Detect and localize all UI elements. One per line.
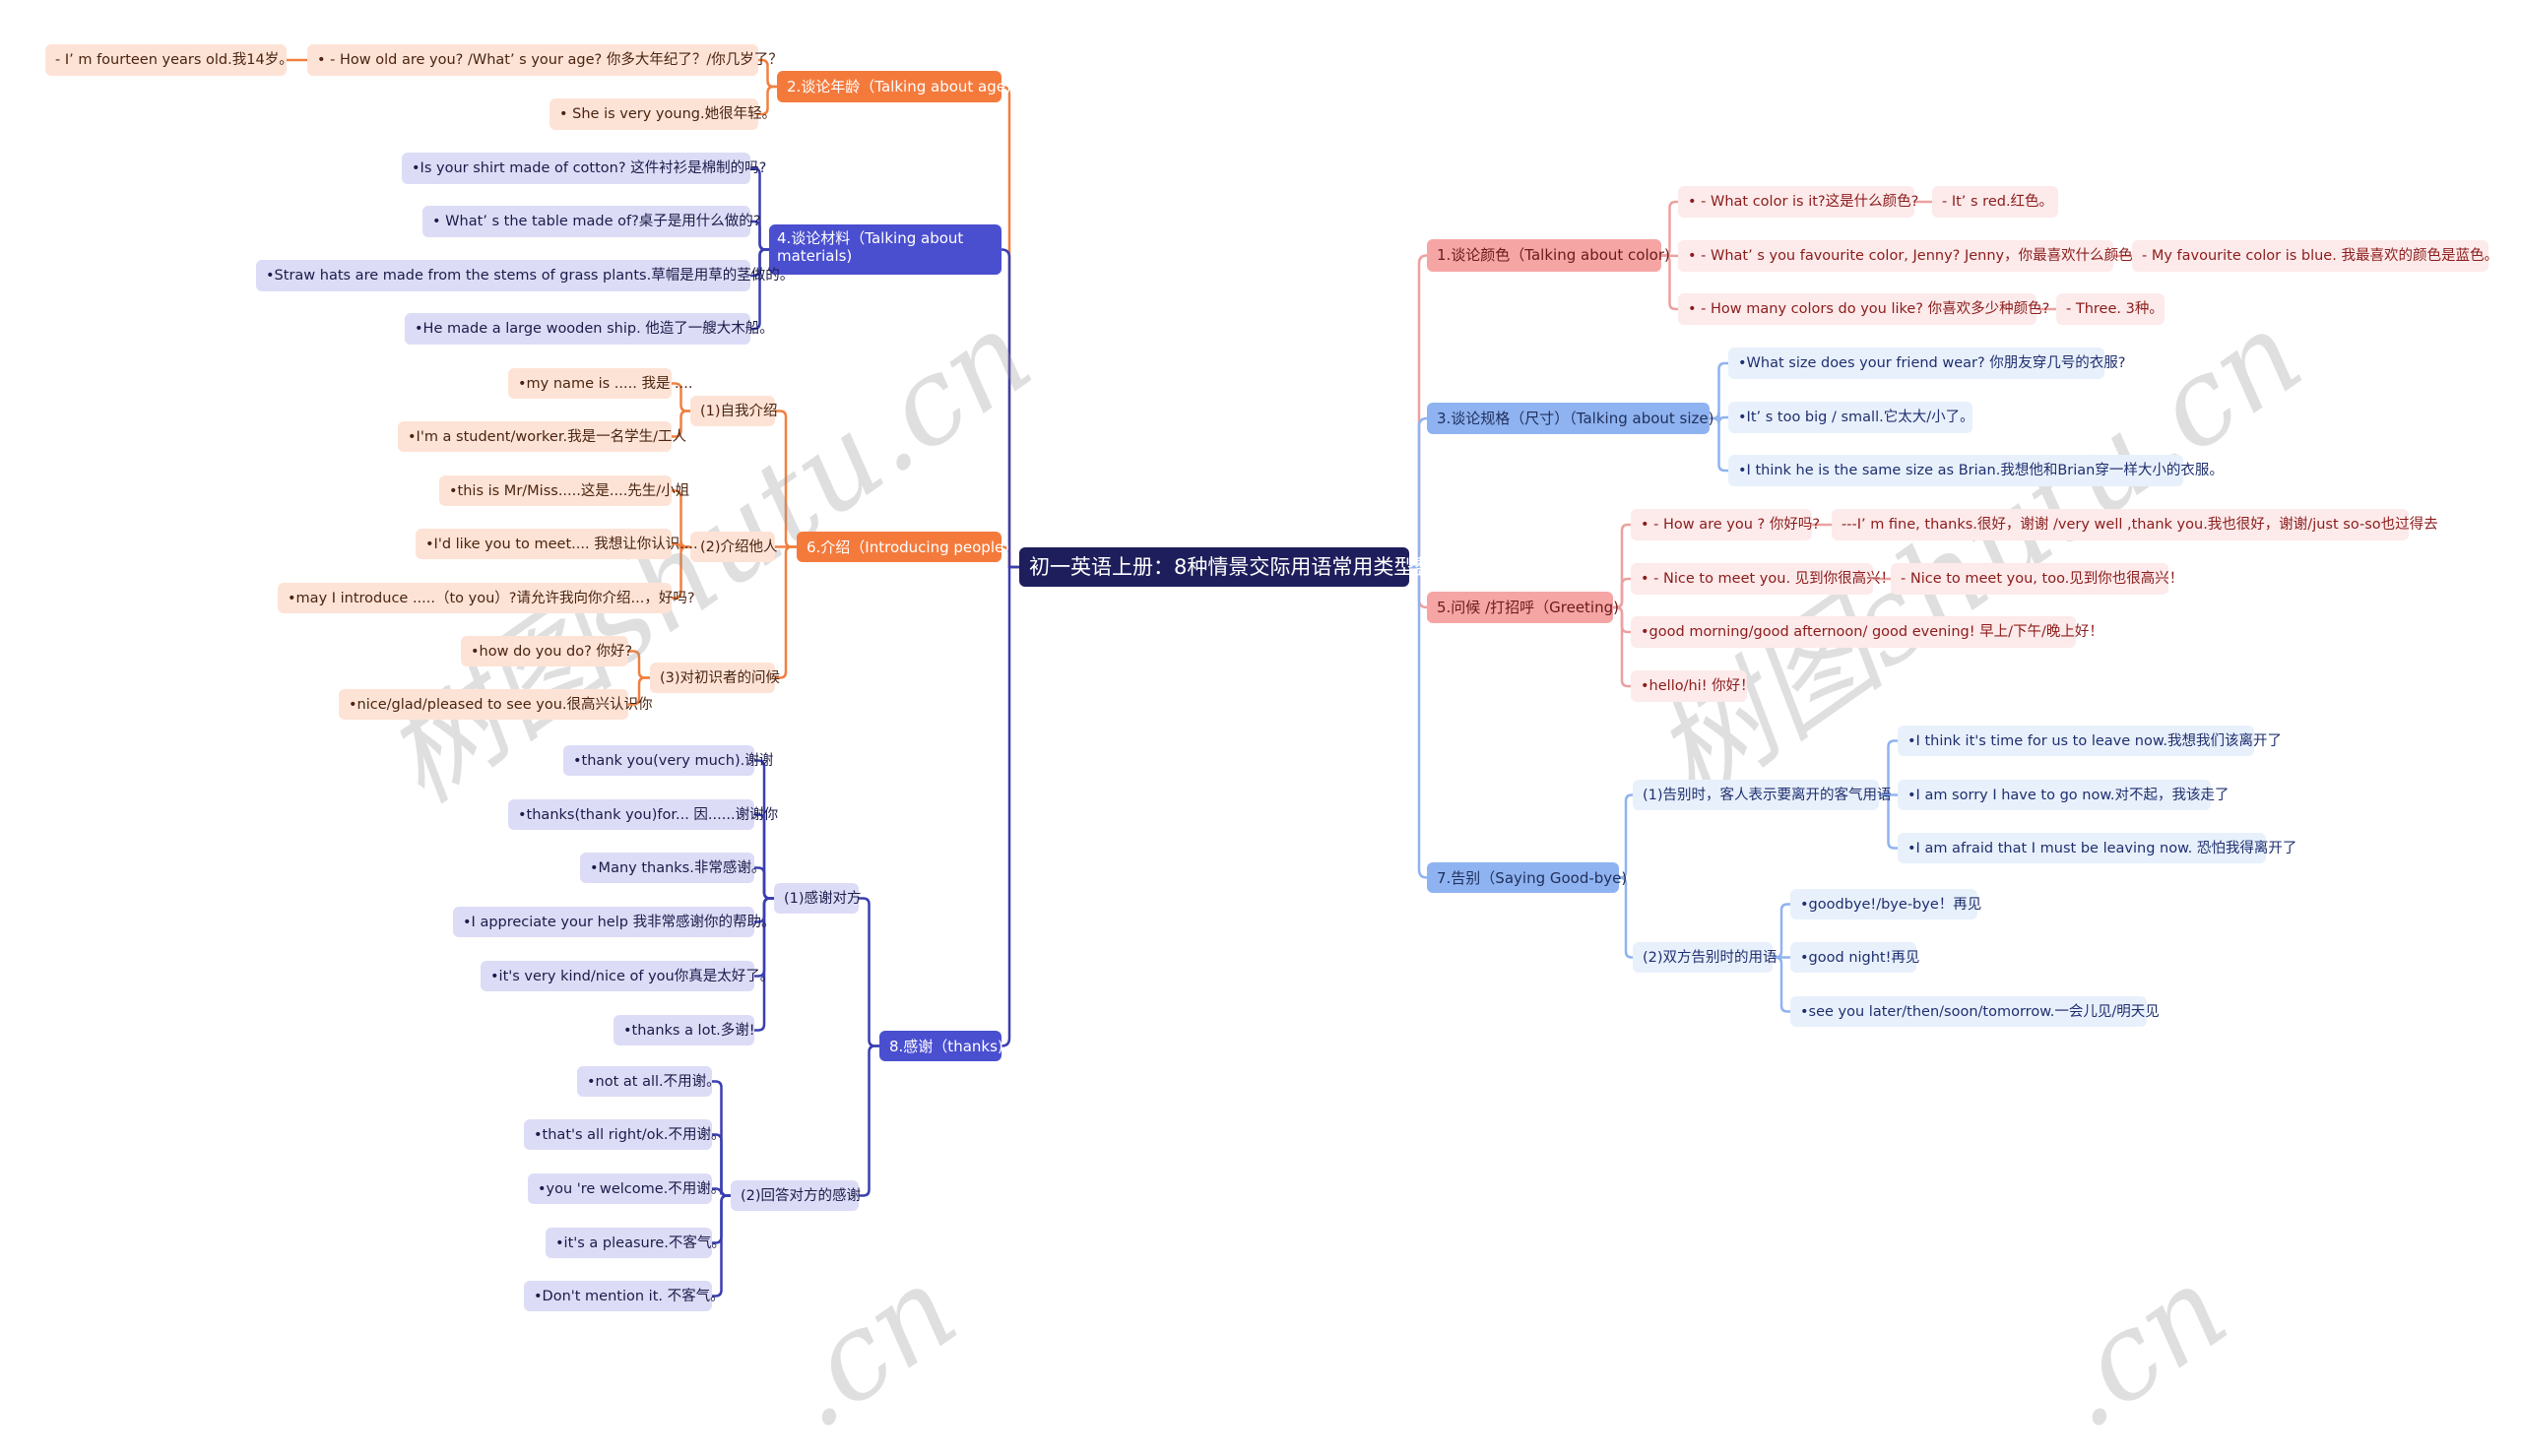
connector <box>773 410 799 548</box>
leaf-sorry-have-to-go[interactable]: •I am sorry I have to go now.对不起，我该走了 <box>1898 780 2229 810</box>
watermark-partial: .cn <box>754 1240 981 1456</box>
leaf-goodbye-bye-bye[interactable]: •goodbye!/bye-bye！再见 <box>1790 889 1981 919</box>
leaf-reply-three[interactable]: - Three. 3种。 <box>2056 293 2165 325</box>
leaf-thanks-a-lot[interactable]: •thanks a lot.多谢! <box>614 1015 755 1045</box>
subtopic-guest-leaving[interactable]: (1)告别时，客人表示要离开的客气用语 <box>1633 780 1892 810</box>
connector <box>752 759 776 900</box>
leaf-table-made-of[interactable]: • What’ s the table made of?桌子是用什么做的? <box>422 206 761 237</box>
branch-talking-about-color[interactable]: 1.谈论颜色（Talking about color) <box>1427 239 1670 272</box>
connector <box>1617 876 1635 959</box>
leaf-i-am-a-student[interactable]: •I'm a student/worker.我是一名学生/工人 <box>398 421 686 452</box>
leaf-hello-hi[interactable]: •hello/hi! 你好！ <box>1631 670 1755 702</box>
connector <box>1611 523 1633 609</box>
leaf-nice-to-see-you[interactable]: •nice/glad/pleased to see you.很高兴认识你 <box>339 689 653 720</box>
trunk-connector <box>1000 85 1021 569</box>
leaf-favourite-color[interactable]: • - What’ s you favourite color, Jenny? … <box>1678 240 2140 272</box>
connector-lines <box>285 58 2134 1298</box>
trunk-connector <box>1000 565 1021 1047</box>
connector <box>748 166 771 251</box>
trunk-connector <box>1407 565 1429 879</box>
leaf-wooden-ship[interactable]: •He made a large wooden ship. 他造了一艘大木船。 <box>405 313 774 345</box>
subtopic-introduce-others[interactable]: (2)介绍他人 <box>690 532 778 562</box>
leaf-reply-nice-to-meet-you-too[interactable]: - Nice to meet you, too.见到你也很高兴！ <box>1891 563 2183 595</box>
leaf-shirt-made-of-cotton[interactable]: •Is your shirt made of cotton? 这件衬衫是棉制的吗… <box>402 153 766 184</box>
leaf-its-a-pleasure[interactable]: •it's a pleasure.不客气。 <box>546 1228 726 1258</box>
connector <box>752 813 776 900</box>
leaf-time-to-leave[interactable]: •I think it's time for us to leave now.我… <box>1898 726 2282 756</box>
root-topic[interactable]: 初一英语上册：8种情景交际用语常用类型整理 <box>1019 547 1455 587</box>
branch-talking-about-materials[interactable]: 4.谈论材料（Talking about materials) <box>769 224 1002 275</box>
leaf-may-i-introduce[interactable]: •may I introduce .....（to you）?请允许我向你介绍.… <box>278 583 695 613</box>
leaf-see-you-later[interactable]: •see you later/then/soon/tomorrow.一会儿见/明… <box>1790 996 2160 1027</box>
leaf-afraid-must-leave[interactable]: •I am afraid that I must be leaving now.… <box>1898 833 2296 863</box>
subtopic-self-introduction[interactable]: (1)自我介绍 <box>690 396 778 426</box>
connector <box>773 545 799 679</box>
leaf-my-name-is[interactable]: •my name is ..... 我是 .... <box>508 368 693 399</box>
leaf-good-morning[interactable]: •good morning/good afternoon/ good eveni… <box>1631 616 2103 648</box>
leaf-reply-fourteen-years-old[interactable]: - I’ m fourteen years old.我14岁。 <box>45 44 293 76</box>
branch-talking-about-age[interactable]: 2.谈论年龄（Talking about age) <box>777 71 1011 102</box>
leaf-how-do-you-do[interactable]: •how do you do? 你好? <box>461 636 632 666</box>
branch-thanks[interactable]: 8.感谢（thanks) <box>879 1031 1003 1061</box>
watermark-partial: .cn <box>2025 1240 2251 1456</box>
leaf-thank-you-very-much[interactable]: •thank you(very much).谢谢 <box>563 745 773 776</box>
connector <box>1611 605 1633 688</box>
leaf-many-thanks[interactable]: •Many thanks.非常感谢。 <box>580 853 765 883</box>
subtopic-mutual-farewell[interactable]: (2)双方告别时的用语 <box>1633 942 1778 973</box>
subtopic-thanking-others[interactable]: (1)感谢对方 <box>774 883 862 914</box>
mind-map-canvas: 树图shutu.cn 树图shutu.cn .cn .cn 初一英语上册：8种情… <box>0 0 2521 1456</box>
branch-saying-goodbye[interactable]: 7.告别（Saying Good-bye) <box>1427 862 1627 893</box>
leaf-she-is-very-young[interactable]: • She is very young.她很年轻。 <box>549 98 776 130</box>
branch-talking-about-size[interactable]: 3.谈论规格（尺寸）（Talking about size) <box>1427 403 1714 434</box>
leaf-thats-all-right[interactable]: •that's all right/ok.不用谢。 <box>524 1119 726 1150</box>
leaf-same-size-as-brian[interactable]: •I think he is the same size as Brian.我想… <box>1728 455 2224 486</box>
leaf-what-size[interactable]: •What size does your friend wear? 你朋友穿几号… <box>1728 348 2126 379</box>
leaf-how-are-you[interactable]: • - How are you ? 你好吗? <box>1631 509 1820 540</box>
connector <box>748 248 771 331</box>
leaf-what-color-is-it[interactable]: • - What color is it?这是什么颜色? <box>1678 186 1918 218</box>
leaf-how-old-are-you[interactable]: • - How old are you? /What’ s your age? … <box>307 44 783 76</box>
connector <box>857 1045 881 1197</box>
subtopic-reply-to-thanks[interactable]: (2)回答对方的感谢 <box>731 1180 861 1211</box>
leaf-straw-hats[interactable]: •Straw hats are made from the stems of g… <box>256 260 794 291</box>
leaf-too-big-small[interactable]: •It’ s too big / small.它太大/小了。 <box>1728 402 1974 433</box>
leaf-reply-im-fine[interactable]: ---I’ m fine, thanks.很好，谢谢 /very well ,t… <box>1832 509 2438 540</box>
trunk-connector <box>1407 416 1429 569</box>
trunk-connector <box>1000 248 1021 569</box>
leaf-youre-welcome[interactable]: •you 're welcome.不用谢。 <box>528 1173 725 1204</box>
leaf-nice-to-meet-you[interactable]: • - Nice to meet you. 见到你很高兴！ <box>1631 563 1895 595</box>
connector <box>752 897 776 978</box>
leaf-this-is-mr-miss[interactable]: •this is Mr/Miss.....这是....先生/小姐 <box>439 475 689 506</box>
leaf-reply-its-red[interactable]: - It’ s red.红色。 <box>1932 186 2058 218</box>
leaf-how-many-colors[interactable]: • - How many colors do you like? 你喜欢多少种颜… <box>1678 293 2049 325</box>
leaf-not-at-all[interactable]: •not at all.不用谢。 <box>577 1066 721 1097</box>
leaf-reply-favourite-blue[interactable]: - My favourite color is blue. 我最喜欢的颜色是蓝色… <box>2132 240 2498 272</box>
branch-introducing-people[interactable]: 6.介绍（Introducing people) <box>797 532 1009 562</box>
leaf-appreciate-your-help[interactable]: •I appreciate your help 我非常感谢你的帮助。 <box>453 907 776 937</box>
leaf-dont-mention-it[interactable]: •Don't mention it. 不客气。 <box>524 1281 725 1311</box>
leaf-thanks-for[interactable]: •thanks(thank you)for... 因......谢谢你 <box>508 799 778 830</box>
trunk-connector <box>1407 254 1429 569</box>
leaf-good-night[interactable]: •good night!再见 <box>1790 942 1919 973</box>
leaf-like-you-to-meet[interactable]: •I'd like you to meet.... 我想让你认识.... <box>416 529 698 559</box>
connector <box>857 897 881 1047</box>
subtopic-greeting-new-acquaintance[interactable]: (3)对初识者的问候 <box>650 663 780 693</box>
connector <box>1617 793 1635 879</box>
branch-greeting[interactable]: 5.问候 /打招呼（Greeting) <box>1427 592 1619 623</box>
leaf-very-kind-of-you[interactable]: •it's very kind/nice of you你真是太好了。 <box>481 961 774 991</box>
